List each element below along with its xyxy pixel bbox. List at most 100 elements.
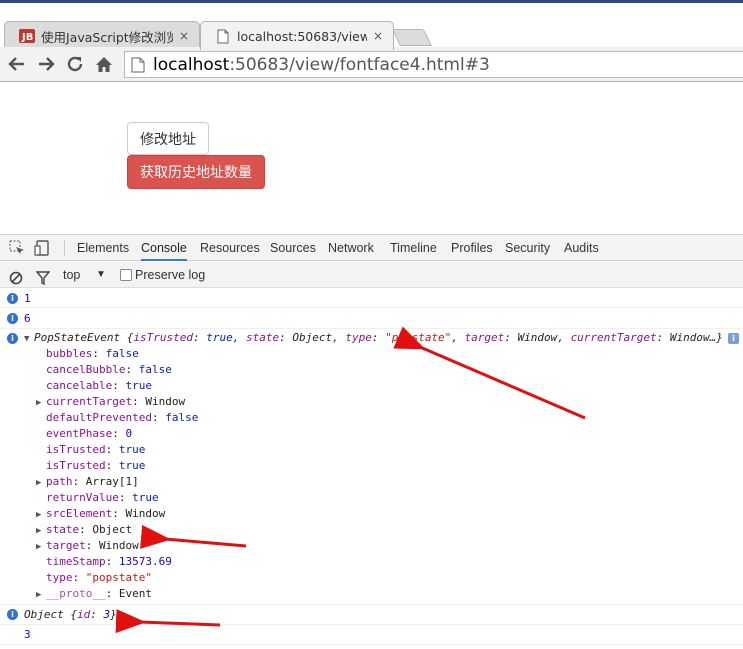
property-row[interactable]: ▶ state: Object	[36, 522, 132, 539]
reload-icon[interactable]	[63, 53, 87, 75]
property-separator: :	[118, 491, 133, 504]
modify-address-button[interactable]: 修改地址	[127, 122, 209, 155]
property-key: srcElement	[46, 507, 113, 520]
property-separator: :	[85, 539, 99, 552]
page-info-icon[interactable]	[131, 57, 145, 73]
property-row[interactable]: ▶ currentTarget: Window	[36, 394, 185, 411]
property-separator: :	[112, 379, 126, 392]
chevron-down-icon[interactable]: ▼	[96, 262, 106, 288]
property-key: target	[46, 539, 86, 552]
expand-triangle-icon[interactable]: ▶	[36, 475, 46, 491]
property-separator: :	[105, 587, 119, 600]
property-row: timeStamp: 13573.69	[36, 554, 172, 571]
filter-icon[interactable]	[35, 268, 51, 286]
preserve-log-checkbox[interactable]	[120, 269, 132, 281]
property-row[interactable]: ▶ __proto__: Event	[36, 586, 152, 603]
property-row: returnValue: true	[36, 490, 159, 507]
tab-security[interactable]: Security	[505, 235, 550, 261]
property-value: true	[118, 459, 146, 472]
property-row: isTrusted: true	[36, 442, 145, 459]
back-arrow-icon[interactable]	[5, 53, 29, 75]
clear-console-icon[interactable]	[9, 268, 23, 285]
property-value: 13573.69	[118, 555, 172, 568]
property-separator: :	[125, 363, 139, 376]
tab-strip: JB 使用JavaScript修改浏览器 × localhost:50683/v…	[0, 3, 743, 50]
console-message-object: i Object {id: 3}	[0, 605, 743, 625]
expand-triangle-icon[interactable]: ▶	[36, 587, 46, 603]
expand-triangle-icon[interactable]: ▶	[36, 539, 46, 555]
forward-arrow-icon[interactable]	[34, 53, 58, 75]
property-value: Window	[125, 507, 166, 520]
property-key: __proto__	[46, 587, 106, 600]
info-badge-icon[interactable]: i	[728, 333, 739, 344]
property-key: isTrusted	[46, 443, 106, 456]
property-value: Object	[92, 523, 133, 536]
jb-logo-icon: JB	[19, 28, 35, 44]
property-key: bubbles	[46, 347, 93, 360]
tab-timeline[interactable]: Timeline	[390, 235, 437, 261]
new-tab-button[interactable]	[392, 29, 432, 46]
devtools-panel: Elements Console Resources Sources Netwo…	[0, 234, 743, 649]
property-row: defaultPrevented: false	[36, 410, 198, 427]
object-summary[interactable]: Object {id: 3}	[24, 607, 117, 623]
property-value: false	[138, 363, 172, 376]
url-path: :50683/view/fontface4.html#3	[229, 54, 490, 75]
tab-resources[interactable]: Resources	[200, 235, 260, 261]
property-row[interactable]: ▶ path: Array[1]	[36, 474, 139, 491]
page-content: 修改地址 获取历史地址数量	[0, 82, 743, 234]
context-select[interactable]: top	[63, 262, 80, 288]
property-value: false	[165, 411, 199, 424]
address-bar[interactable]: localhost:50683/view/fontface4.html#3	[124, 51, 743, 78]
property-separator: :	[105, 443, 119, 456]
property-key: cancelBubble	[46, 363, 126, 376]
expand-triangle-icon[interactable]: ▶	[36, 523, 46, 539]
property-separator: :	[79, 523, 93, 536]
property-key: eventPhase	[46, 427, 113, 440]
tab-localhost[interactable]: localhost:50683/view/fo ×	[200, 21, 394, 50]
tab-profiles[interactable]: Profiles	[451, 235, 493, 261]
console-message: i 6	[0, 308, 743, 329]
tab-close-icon[interactable]: ×	[177, 29, 191, 43]
expand-triangle-icon[interactable]: ▶	[36, 395, 46, 411]
svg-text:JB: JB	[21, 32, 33, 43]
tab-sources[interactable]: Sources	[270, 235, 316, 261]
get-history-count-button[interactable]: 获取历史地址数量	[127, 155, 265, 189]
expand-triangle-icon[interactable]: ▼	[24, 331, 34, 347]
tab-elements[interactable]: Elements	[77, 235, 129, 261]
property-value: Event	[118, 587, 152, 600]
property-separator: :	[72, 571, 86, 584]
property-row[interactable]: ▶ target: Window	[36, 538, 139, 555]
property-separator: :	[92, 347, 106, 360]
device-mode-icon[interactable]	[34, 239, 52, 257]
expand-triangle-icon[interactable]: ▶	[36, 507, 46, 523]
property-row: cancelable: true	[36, 378, 152, 395]
tab-title: localhost:50683/view/fo	[237, 28, 367, 44]
tab-close-icon[interactable]: ×	[371, 29, 385, 43]
tab-network[interactable]: Network	[328, 235, 374, 261]
property-row: bubbles: false	[36, 346, 139, 363]
tab-jb51[interactable]: JB 使用JavaScript修改浏览器 ×	[4, 21, 200, 50]
tab-console[interactable]: Console	[141, 235, 187, 261]
property-separator: :	[112, 507, 126, 520]
property-key: state	[46, 523, 80, 536]
tab-audits[interactable]: Audits	[564, 235, 599, 261]
property-separator: :	[72, 475, 86, 488]
event-summary[interactable]: ▼ PopStateEvent {isTrusted: true, state: …	[24, 330, 723, 347]
property-row[interactable]: ▶ srcElement: Window	[36, 506, 165, 523]
property-value: true	[118, 443, 146, 456]
url-host: localhost	[153, 54, 230, 75]
home-icon[interactable]	[92, 53, 116, 75]
page-icon	[215, 28, 231, 44]
info-icon: i	[7, 609, 18, 620]
property-key: type	[46, 571, 73, 584]
inspect-element-icon[interactable]	[8, 239, 26, 257]
console-toolbar: top ▼ Preserve log	[0, 262, 743, 288]
property-key: currentTarget	[46, 395, 133, 408]
property-key: defaultPrevented	[46, 411, 152, 424]
